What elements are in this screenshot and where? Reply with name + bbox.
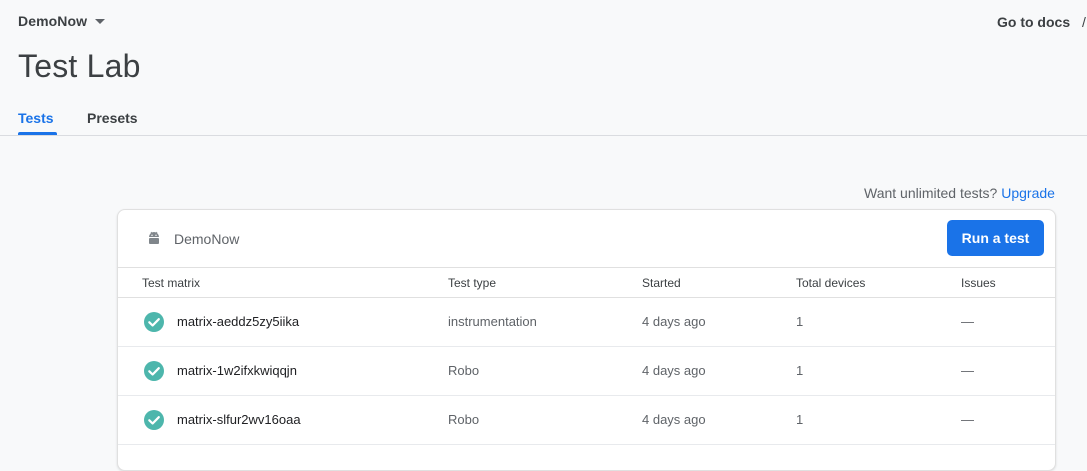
matrix-id[interactable]: matrix-aeddz5zy5iika	[177, 314, 299, 329]
tab-tests[interactable]: Tests	[18, 110, 54, 126]
test-type: instrumentation	[448, 314, 537, 329]
top-bar: DemoNow Go to docs /	[0, 0, 1087, 44]
upgrade-text: Want unlimited tests?	[864, 185, 998, 201]
table-row[interactable]: matrix-1w2ifxkwiqqjn Robo 4 days ago 1 —	[118, 347, 1055, 396]
upgrade-link[interactable]: Upgrade	[1001, 185, 1055, 201]
upgrade-prompt: Want unlimited tests? Upgrade	[864, 185, 1055, 201]
card-header: DemoNow Run a test	[118, 210, 1055, 268]
chevron-down-icon	[95, 18, 106, 24]
total-devices: 1	[796, 314, 804, 329]
started: 4 days ago	[642, 412, 706, 427]
total-devices: 1	[796, 363, 804, 378]
test-type: Robo	[448, 363, 480, 378]
active-tab-indicator	[18, 132, 57, 135]
issues: —	[961, 412, 974, 427]
table-row[interactable]: matrix-aeddz5zy5iika instrumentation 4 d…	[118, 298, 1055, 347]
go-to-docs-link[interactable]: Go to docs	[997, 14, 1070, 30]
project-name: DemoNow	[18, 13, 88, 29]
android-icon	[149, 231, 159, 244]
issues: —	[961, 363, 974, 378]
column-header-test-matrix[interactable]: Test matrix	[142, 276, 200, 290]
table-row[interactable]: matrix-slfur2wv16oaa Robo 4 days ago 1 —	[118, 396, 1055, 445]
run-test-button[interactable]: Run a test	[947, 220, 1044, 256]
test-type: Robo	[448, 412, 480, 427]
column-header-test-type[interactable]: Test type	[448, 276, 496, 290]
project-switcher[interactable]: DemoNow	[18, 13, 106, 29]
check-circle-icon	[144, 361, 164, 381]
account-icon[interactable]: /	[1082, 14, 1086, 30]
check-circle-icon	[144, 410, 164, 430]
total-devices: 1	[796, 412, 804, 427]
table-header: Test matrix Test type Started Total devi…	[118, 268, 1055, 298]
matrix-id[interactable]: matrix-slfur2wv16oaa	[177, 412, 301, 427]
test-matrices-card: DemoNow Run a test Test matrix Test type…	[117, 209, 1056, 471]
tab-presets[interactable]: Presets	[87, 110, 138, 126]
app-name: DemoNow	[174, 231, 240, 247]
started: 4 days ago	[642, 314, 706, 329]
issues: —	[961, 314, 974, 329]
started: 4 days ago	[642, 363, 706, 378]
check-circle-icon	[144, 312, 164, 332]
column-header-issues[interactable]: Issues	[961, 276, 996, 290]
matrix-id[interactable]: matrix-1w2ifxkwiqqjn	[177, 363, 297, 378]
column-header-total-devices[interactable]: Total devices	[796, 276, 865, 290]
tab-bar: Tests Presets	[0, 100, 1087, 136]
page-title: Test Lab	[18, 48, 141, 84]
column-header-started[interactable]: Started	[642, 276, 681, 290]
